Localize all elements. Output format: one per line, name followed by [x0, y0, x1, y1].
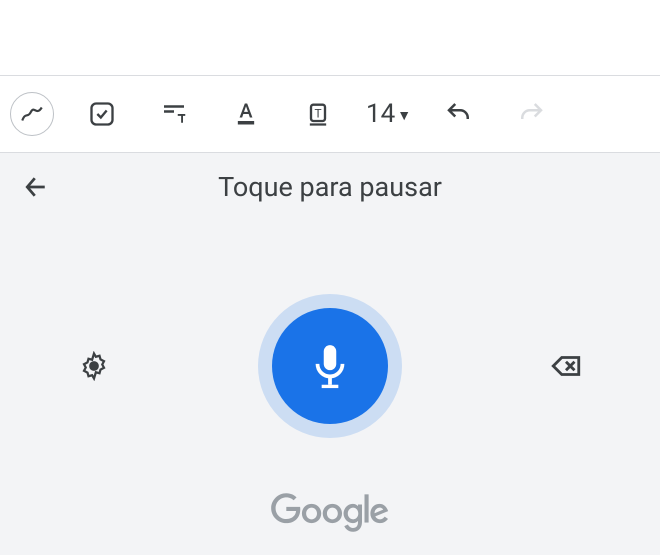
scribble-icon[interactable]: [10, 92, 54, 136]
highlight-color-icon[interactable]: T: [294, 90, 342, 138]
text-color-icon[interactable]: [222, 90, 270, 138]
voice-input-panel: Toque para pausar: [0, 153, 660, 555]
caret-down-icon: ▼: [397, 107, 411, 124]
google-logo: [0, 493, 660, 555]
app-content-area: [0, 0, 660, 75]
svg-text:T: T: [314, 108, 321, 121]
microphone-button[interactable]: [272, 308, 388, 424]
voice-controls: [0, 239, 660, 493]
font-size-value: 14: [366, 99, 395, 129]
font-size-selector[interactable]: 14 ▼: [366, 99, 411, 129]
backspace-icon[interactable]: [542, 342, 590, 390]
settings-gear-icon[interactable]: [70, 342, 118, 390]
voice-status-text: Toque para pausar: [14, 171, 646, 203]
formatting-toolbar: T 14 ▼: [0, 75, 660, 153]
redo-icon[interactable]: [507, 90, 555, 138]
checkbox-icon[interactable]: [78, 90, 126, 138]
microphone-icon: [305, 341, 355, 391]
undo-icon[interactable]: [435, 90, 483, 138]
text-formatting-icon[interactable]: [150, 90, 198, 138]
voice-header: Toque para pausar: [0, 153, 660, 209]
